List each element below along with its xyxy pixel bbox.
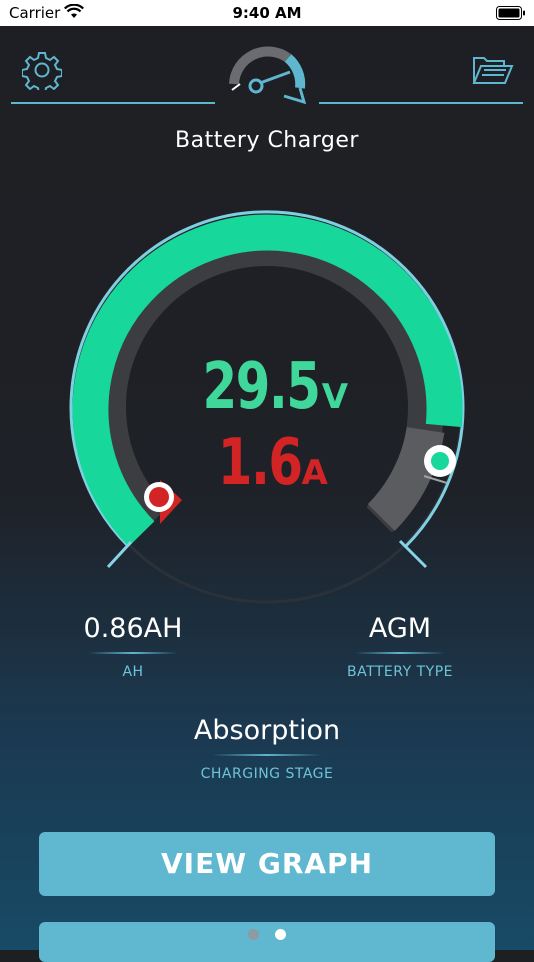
voltage-value: 29.5 bbox=[202, 350, 320, 424]
battery-type-value: AGM bbox=[368, 613, 432, 644]
voltage-readout: 29.5V bbox=[0, 350, 534, 424]
page-dot-1[interactable] bbox=[248, 929, 259, 940]
current-unit: A bbox=[301, 453, 328, 493]
view-graph-button[interactable]: VIEW GRAPH bbox=[39, 832, 495, 896]
ah-value: 0.86AH bbox=[83, 613, 183, 644]
current-value: 1.6 bbox=[217, 426, 303, 500]
ah-label: AH bbox=[122, 664, 144, 680]
ah-stat: 0.86AH AH bbox=[53, 613, 213, 680]
voltage-unit: V bbox=[321, 377, 349, 417]
charge-gauge bbox=[69, 210, 465, 604]
charging-stage-value: Absorption bbox=[193, 715, 341, 746]
battery-type-stat: AGM BATTERY TYPE bbox=[320, 613, 480, 680]
gauge-end-tick-right bbox=[398, 539, 428, 569]
gauge-end-tick-left bbox=[106, 540, 133, 569]
page-indicator[interactable] bbox=[0, 925, 534, 944]
current-readout: 1.6A bbox=[0, 426, 534, 500]
charging-stage-divider bbox=[212, 754, 322, 756]
charging-stage-label: CHARGING STAGE bbox=[200, 766, 334, 782]
battery-type-label: BATTERY TYPE bbox=[346, 664, 454, 680]
page-dot-2[interactable] bbox=[275, 929, 286, 940]
charging-stage-stat: Absorption CHARGING STAGE bbox=[137, 715, 397, 782]
ah-divider bbox=[88, 652, 178, 654]
battery-type-divider bbox=[355, 652, 445, 654]
